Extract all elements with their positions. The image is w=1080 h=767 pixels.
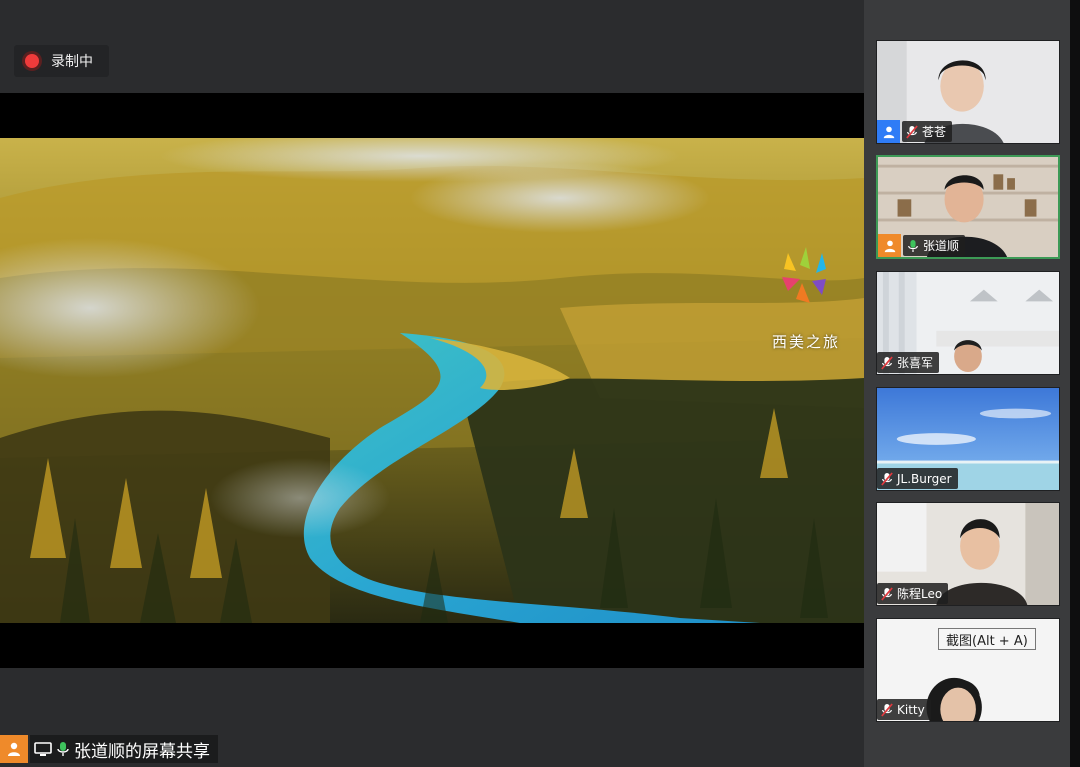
mic-muted-icon bbox=[881, 702, 893, 717]
mic-muted-icon bbox=[881, 471, 893, 486]
mic-muted-icon bbox=[906, 124, 918, 139]
participant-name: Kitty bbox=[897, 702, 925, 717]
participant-name-tag: 苍苍 bbox=[877, 120, 953, 143]
participant-name-tag: JL.Burger bbox=[877, 467, 958, 490]
participant-tile-active-speaker[interactable]: 张道顺 bbox=[876, 155, 1060, 259]
colorful-flower-logo-icon bbox=[782, 247, 826, 303]
sidebar-edge bbox=[1070, 0, 1080, 767]
main-video-area: 录制中 西美之旅 张道顺的屏幕共享 bbox=[0, 0, 864, 767]
recording-indicator[interactable]: 录制中 bbox=[14, 45, 109, 77]
screen-share-status: 张道顺的屏幕共享 bbox=[0, 735, 218, 763]
logo-text: 西美之旅 bbox=[771, 333, 840, 351]
participant-name-tag: 张喜军 bbox=[877, 351, 940, 374]
user-icon bbox=[877, 120, 900, 143]
share-status-box: 张道顺的屏幕共享 bbox=[30, 735, 218, 763]
shared-screen-view[interactable]: 西美之旅 bbox=[0, 93, 864, 668]
travel-brand-logo: 西美之旅 bbox=[766, 243, 846, 353]
participant-name: 张道顺 bbox=[923, 239, 960, 253]
recording-label: 录制中 bbox=[51, 54, 93, 70]
participant-tile[interactable]: 张喜军 bbox=[876, 271, 1060, 375]
participant-name: 陈程Leo bbox=[897, 587, 943, 601]
participant-name: 张喜军 bbox=[897, 356, 934, 370]
user-icon bbox=[878, 234, 901, 257]
landscape-image bbox=[0, 138, 864, 623]
share-status-text: 张道顺的屏幕共享 bbox=[74, 741, 210, 762]
screen-share-icon bbox=[34, 742, 52, 756]
screenshot-tooltip: 截图(Alt + A) bbox=[938, 628, 1036, 650]
participant-name-tag: Kitty bbox=[877, 698, 931, 721]
participant-name-tag: 张道顺 bbox=[878, 234, 966, 257]
participant-tile[interactable]: 陈程Leo bbox=[876, 502, 1060, 606]
participant-tile[interactable]: JL.Burger bbox=[876, 387, 1060, 491]
mic-on-icon bbox=[57, 742, 69, 756]
presenter-user-icon bbox=[0, 735, 28, 763]
participant-tile[interactable]: 苍苍 bbox=[876, 40, 1060, 144]
mic-muted-icon bbox=[881, 355, 893, 370]
participant-name: JL.Burger bbox=[897, 471, 952, 486]
record-dot-icon bbox=[25, 54, 39, 68]
mic-muted-icon bbox=[881, 586, 893, 601]
participant-name-tag: 陈程Leo bbox=[877, 582, 949, 605]
participant-name: 苍苍 bbox=[922, 125, 947, 139]
mic-on-icon bbox=[908, 239, 918, 252]
